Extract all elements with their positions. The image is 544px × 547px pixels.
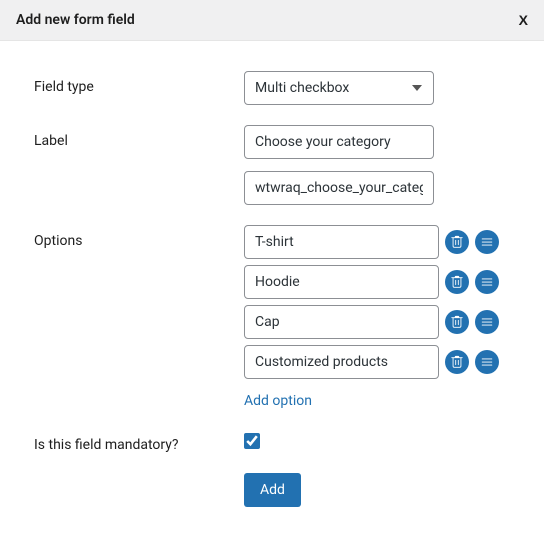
trash-icon [450, 315, 464, 329]
delete-option-button[interactable] [445, 230, 469, 254]
option-row [244, 305, 510, 339]
drag-icon [480, 275, 494, 289]
field-type-label: Field type [34, 71, 244, 95]
drag-option-button[interactable] [475, 350, 499, 374]
trash-icon [450, 275, 464, 289]
drag-option-button[interactable] [475, 310, 499, 334]
mandatory-control [244, 429, 510, 453]
add-button[interactable]: Add [244, 473, 301, 507]
modal-title: Add new form field [16, 12, 135, 28]
drag-icon [480, 355, 494, 369]
option-row [244, 225, 510, 259]
field-type-row: Field type Multi checkbox [34, 71, 510, 105]
modal-body: Field type Multi checkbox Label Options … [0, 41, 544, 547]
drag-icon [480, 235, 494, 249]
mandatory-checkbox[interactable] [244, 433, 260, 449]
field-type-select-wrapper: Multi checkbox [244, 71, 434, 105]
trash-icon [450, 235, 464, 249]
option-input[interactable] [244, 345, 439, 379]
option-input[interactable] [244, 305, 439, 339]
label-control [244, 125, 510, 205]
option-row [244, 345, 510, 379]
submit-spacer [34, 473, 244, 481]
delete-option-button[interactable] [445, 350, 469, 374]
field-type-select[interactable]: Multi checkbox [244, 71, 434, 105]
options-label: Options [34, 225, 244, 249]
option-row [244, 265, 510, 299]
close-button[interactable]: X [519, 12, 528, 28]
field-type-control: Multi checkbox [244, 71, 510, 105]
submit-row: Add [34, 473, 510, 507]
delete-option-button[interactable] [445, 310, 469, 334]
drag-option-button[interactable] [475, 230, 499, 254]
mandatory-label: Is this field mandatory? [34, 429, 244, 453]
option-input[interactable] [244, 265, 439, 299]
add-option-link[interactable]: Add option [244, 393, 312, 409]
options-container [244, 225, 510, 385]
label-field-label: Label [34, 125, 244, 149]
submit-control: Add [244, 473, 510, 507]
options-control: Add option [244, 225, 510, 409]
drag-option-button[interactable] [475, 270, 499, 294]
option-input[interactable] [244, 225, 439, 259]
mandatory-row: Is this field mandatory? [34, 429, 510, 453]
delete-option-button[interactable] [445, 270, 469, 294]
options-row: Options Add option [34, 225, 510, 409]
drag-icon [480, 315, 494, 329]
label-input[interactable] [244, 125, 434, 159]
modal-header: Add new form field X [0, 0, 544, 41]
slug-input [244, 171, 434, 205]
label-row: Label [34, 125, 510, 205]
trash-icon [450, 355, 464, 369]
